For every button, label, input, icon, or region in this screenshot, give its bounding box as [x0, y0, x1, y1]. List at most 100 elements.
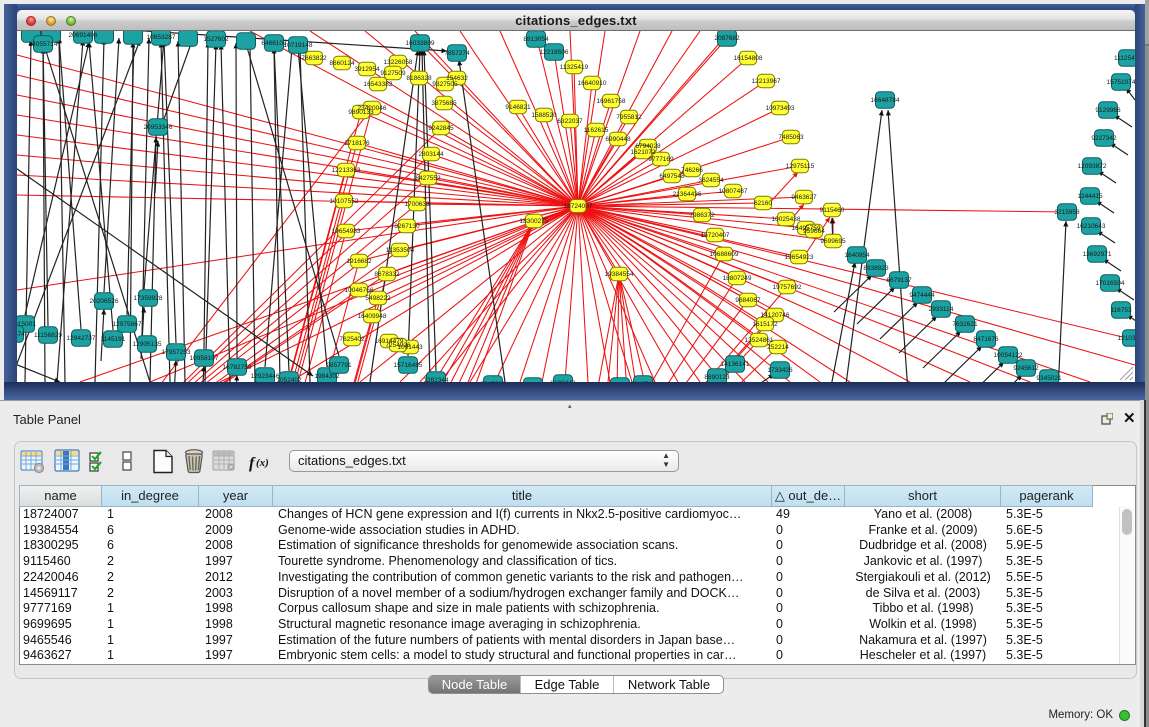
- svg-text:9890133: 9890133: [348, 109, 374, 116]
- svg-text:6322037: 6322037: [557, 118, 583, 125]
- svg-text:10654983: 10654983: [332, 228, 361, 235]
- svg-text:10958107: 10958107: [190, 355, 219, 362]
- svg-text:18807249: 18807249: [723, 275, 752, 282]
- svg-text:20691406: 20691406: [69, 32, 98, 39]
- svg-text:959664: 959664: [803, 228, 825, 235]
- svg-text:10046766: 10046766: [345, 287, 374, 294]
- svg-text:1588520: 1588520: [531, 112, 557, 119]
- svg-text:10054122: 10054122: [994, 352, 1023, 359]
- svg-text:12975115: 12975115: [786, 163, 815, 170]
- svg-text:3267130: 3267130: [394, 223, 420, 230]
- svg-text:10973493: 10973493: [766, 105, 795, 112]
- svg-text:8890123: 8890123: [704, 374, 730, 381]
- svg-text:1052402: 1052402: [276, 377, 302, 382]
- svg-text:7955812: 7955812: [616, 114, 642, 121]
- svg-text:16409948: 16409948: [358, 313, 387, 320]
- svg-text:1527602: 1527602: [203, 36, 229, 43]
- svg-text:12942737: 12942737: [67, 335, 96, 342]
- svg-text:9327505: 9327505: [432, 81, 458, 88]
- svg-text:1916682: 1916682: [346, 258, 372, 265]
- svg-text:13524861: 13524861: [745, 337, 774, 344]
- svg-text:7986372: 7986372: [689, 212, 715, 219]
- svg-text:9242845: 9242845: [428, 125, 454, 132]
- svg-text:3912954: 3912954: [354, 66, 380, 73]
- svg-text:8186328: 8186328: [406, 75, 432, 82]
- svg-text:9146821: 9146821: [505, 104, 531, 111]
- svg-text:10025438: 10025438: [772, 216, 801, 223]
- svg-text:10653287: 10653287: [147, 34, 176, 41]
- svg-text:1733426: 1733426: [767, 367, 793, 374]
- svg-text:9049512: 9049512: [630, 381, 656, 382]
- svg-text:10688609: 10688609: [710, 251, 739, 258]
- svg-text:7663822: 7663822: [301, 55, 327, 62]
- svg-text:12218506: 12218506: [540, 49, 569, 56]
- svg-text:18300275: 18300275: [520, 218, 549, 225]
- svg-text:8660124: 8660124: [329, 60, 355, 67]
- svg-text:7632621: 7632621: [952, 321, 978, 328]
- svg-text:10107552: 10107552: [330, 198, 359, 205]
- svg-text:15720407: 15720407: [701, 232, 730, 239]
- svg-text:17957253: 17957253: [162, 349, 191, 356]
- svg-text:8471676: 8471676: [973, 336, 999, 343]
- svg-text:2718176: 2718176: [344, 140, 370, 147]
- svg-text:9857791: 9857791: [326, 362, 352, 369]
- svg-text:8103442: 8103442: [550, 380, 576, 382]
- svg-text:12975867: 12975867: [113, 321, 142, 328]
- svg-text:1984302: 1984302: [314, 373, 340, 380]
- svg-text:11325419: 11325419: [560, 64, 589, 71]
- svg-text:12213363: 12213363: [332, 167, 361, 174]
- svg-text:18724007: 18724007: [564, 203, 593, 210]
- svg-text:1700633: 1700633: [404, 201, 430, 208]
- svg-text:11353504: 11353504: [386, 247, 415, 254]
- svg-text:6990448: 6990448: [605, 136, 631, 143]
- svg-text:8678332: 8678332: [374, 271, 400, 278]
- svg-text:7857274: 7857274: [444, 50, 470, 57]
- svg-text:1145191: 1145191: [101, 336, 126, 343]
- svg-text:17016504: 17016504: [1096, 280, 1125, 287]
- svg-text:16961758: 16961758: [597, 98, 626, 105]
- svg-text:16033809: 16033809: [406, 40, 435, 47]
- svg-text:1621072: 1621072: [630, 149, 656, 156]
- svg-text:391574: 391574: [17, 331, 25, 338]
- svg-text:19757692: 19757692: [773, 284, 802, 291]
- svg-text:8938923: 8938923: [863, 265, 889, 272]
- svg-text:3624554: 3624554: [698, 177, 724, 184]
- svg-text:(x): (x): [256, 457, 269, 469]
- svg-text:16154808: 16154808: [734, 55, 763, 62]
- svg-text:2803144: 2803144: [418, 151, 444, 158]
- svg-text:9245612: 9245612: [1013, 365, 1039, 372]
- svg-text:20206526: 20206526: [90, 298, 119, 305]
- svg-text:6679137: 6679137: [886, 277, 912, 284]
- svg-text:f: f: [249, 455, 256, 472]
- svg-text:9127509: 9127509: [380, 70, 406, 77]
- svg-text:15751074: 15751074: [1107, 79, 1135, 86]
- svg-text:14136141: 14136141: [721, 361, 750, 368]
- svg-text:1162615: 1162615: [584, 127, 609, 134]
- svg-text:17359928: 17359928: [134, 295, 163, 302]
- svg-text:2087682: 2087682: [714, 35, 740, 42]
- svg-text:12093872: 12093872: [1078, 163, 1107, 170]
- svg-text:8813054: 8813054: [523, 36, 549, 43]
- svg-text:10807487: 10807487: [719, 188, 748, 195]
- svg-text:915001: 915001: [17, 321, 36, 328]
- svg-text:19384554: 19384554: [605, 271, 634, 278]
- svg-text:9699695: 9699695: [820, 238, 846, 245]
- svg-text:9345021: 9345021: [1036, 375, 1062, 382]
- svg-text:14120746: 14120746: [761, 312, 790, 319]
- svg-text:9115460: 9115460: [820, 207, 845, 214]
- svg-text:14055714: 14055714: [29, 41, 58, 48]
- svg-text:9777169: 9777169: [648, 156, 674, 163]
- svg-text:12905135: 12905135: [133, 341, 162, 348]
- svg-text:7485063: 7485063: [778, 134, 804, 141]
- svg-text:11156829: 11156829: [34, 332, 62, 339]
- svg-text:16648784: 16648784: [871, 97, 900, 104]
- svg-text:9463627: 9463627: [791, 194, 817, 201]
- svg-text:1640954: 1640954: [844, 252, 870, 259]
- svg-text:1244415: 1244415: [1077, 193, 1103, 200]
- svg-text:1282344: 1282344: [423, 377, 449, 382]
- svg-text:21364436: 21364436: [673, 191, 702, 198]
- svg-text:19654923: 19654923: [785, 254, 814, 261]
- svg-text:9227342: 9227342: [1091, 135, 1117, 142]
- svg-text:2933114: 2933114: [929, 306, 954, 313]
- svg-text:1615172: 1615172: [752, 321, 778, 328]
